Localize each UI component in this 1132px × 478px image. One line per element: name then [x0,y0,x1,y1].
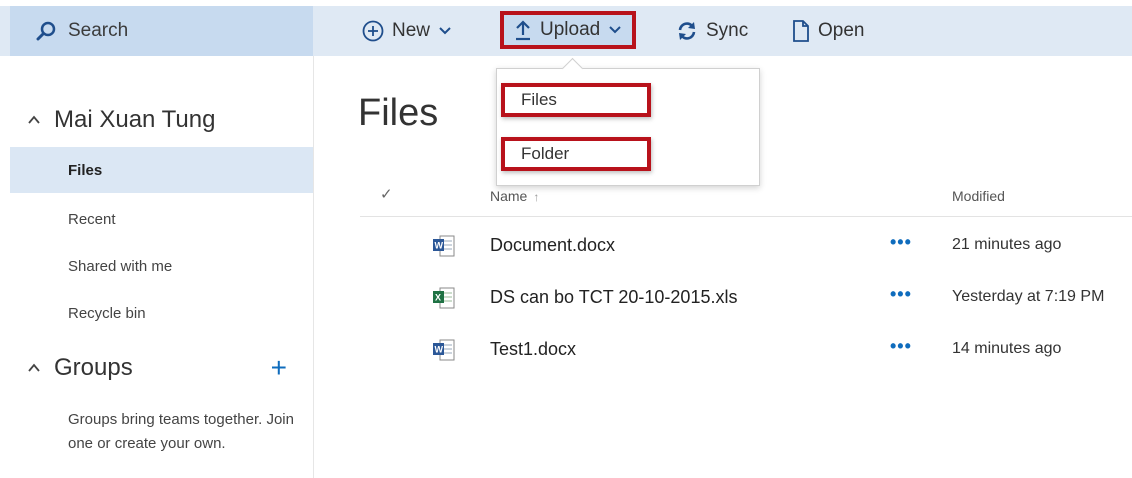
svg-text:W: W [435,241,444,251]
name-column-label: Name [490,188,528,204]
modified-column-header[interactable]: Modified [952,188,1005,204]
groups-section-header[interactable]: Groups + [10,354,313,382]
open-button[interactable]: Open [792,6,864,56]
file-row[interactable]: W Document.docx ••• 21 minutes ago [360,220,1132,272]
new-label: New [392,20,431,41]
menu-item-label: Folder [521,144,570,163]
more-actions-button[interactable]: ••• [890,336,912,357]
search-label: Search [68,20,129,41]
sync-button[interactable]: Sync [676,6,748,56]
sidebar-item-files[interactable]: Files [10,147,313,193]
file-name[interactable]: Test1.docx [490,339,576,360]
upload-files-menu-item[interactable]: Files [501,83,651,117]
sidebar-item-recent[interactable]: Recent [10,196,313,242]
sidebar-item-label: Recent [68,210,116,228]
file-row[interactable]: W Test1.docx ••• 14 minutes ago [360,324,1132,376]
user-name: Mai Xuan Tung [54,106,216,133]
file-name[interactable]: Document.docx [490,235,615,256]
sidebar: Mai Xuan Tung Files Recent Shared with m… [10,56,314,478]
sidebar-item-label: Shared with me [68,257,173,275]
name-column-header[interactable]: Name ↑ [490,188,539,204]
page-title: Files [358,92,439,134]
chevron-up-icon [28,115,40,124]
groups-description: Groups bring teams together. Join one or… [68,411,294,452]
chevron-down-icon [439,27,451,35]
sidebar-item-label: Recycle bin [68,304,146,322]
add-group-button[interactable]: + [271,354,287,382]
groups-title: Groups [54,354,133,381]
more-actions-button[interactable]: ••• [890,284,912,305]
upload-icon [516,20,530,41]
file-modified: Yesterday at 7:19 PM [952,288,1105,305]
svg-text:X: X [435,293,441,303]
file-modified: 21 minutes ago [952,236,1062,253]
excel-file-icon: X [433,287,455,309]
file-name[interactable]: DS can bo TCT 20-10-2015.xls [490,287,737,308]
dropdown-pointer [561,57,584,80]
sync-label: Sync [706,20,749,41]
upload-dropdown-menu: Files Folder [496,57,760,186]
sidebar-item-label: Files [68,161,103,179]
select-all-checkbox[interactable]: ✓ [380,185,393,203]
file-modified: 14 minutes ago [952,340,1062,357]
sidebar-item-recycle-bin[interactable]: Recycle bin [10,290,313,336]
sort-ascending-icon: ↑ [533,190,540,204]
sidebar-item-shared-with-me[interactable]: Shared with me [10,243,313,289]
svg-text:W: W [435,345,444,355]
add-circle-icon [362,20,384,42]
chevron-up-icon [28,363,40,372]
upload-folder-menu-item[interactable]: Folder [501,137,651,171]
menu-item-label: Files [521,90,557,109]
search-box[interactable]: Search [10,6,313,56]
upload-label: Upload [540,19,601,40]
command-bar: Search New Upload Sync Open [0,6,1132,56]
document-icon [793,20,809,42]
chevron-down-icon [609,26,621,34]
word-file-icon: W [433,339,455,361]
word-file-icon: W [433,235,455,257]
more-actions-button[interactable]: ••• [890,232,912,253]
file-row[interactable]: X DS can bo TCT 20-10-2015.xls ••• Yeste… [360,272,1132,324]
upload-button[interactable]: Upload [500,11,637,49]
user-section-header[interactable]: Mai Xuan Tung [10,106,215,134]
new-button[interactable]: New [362,6,452,56]
sync-icon [678,22,696,40]
open-label: Open [818,20,865,41]
search-icon [36,21,56,41]
